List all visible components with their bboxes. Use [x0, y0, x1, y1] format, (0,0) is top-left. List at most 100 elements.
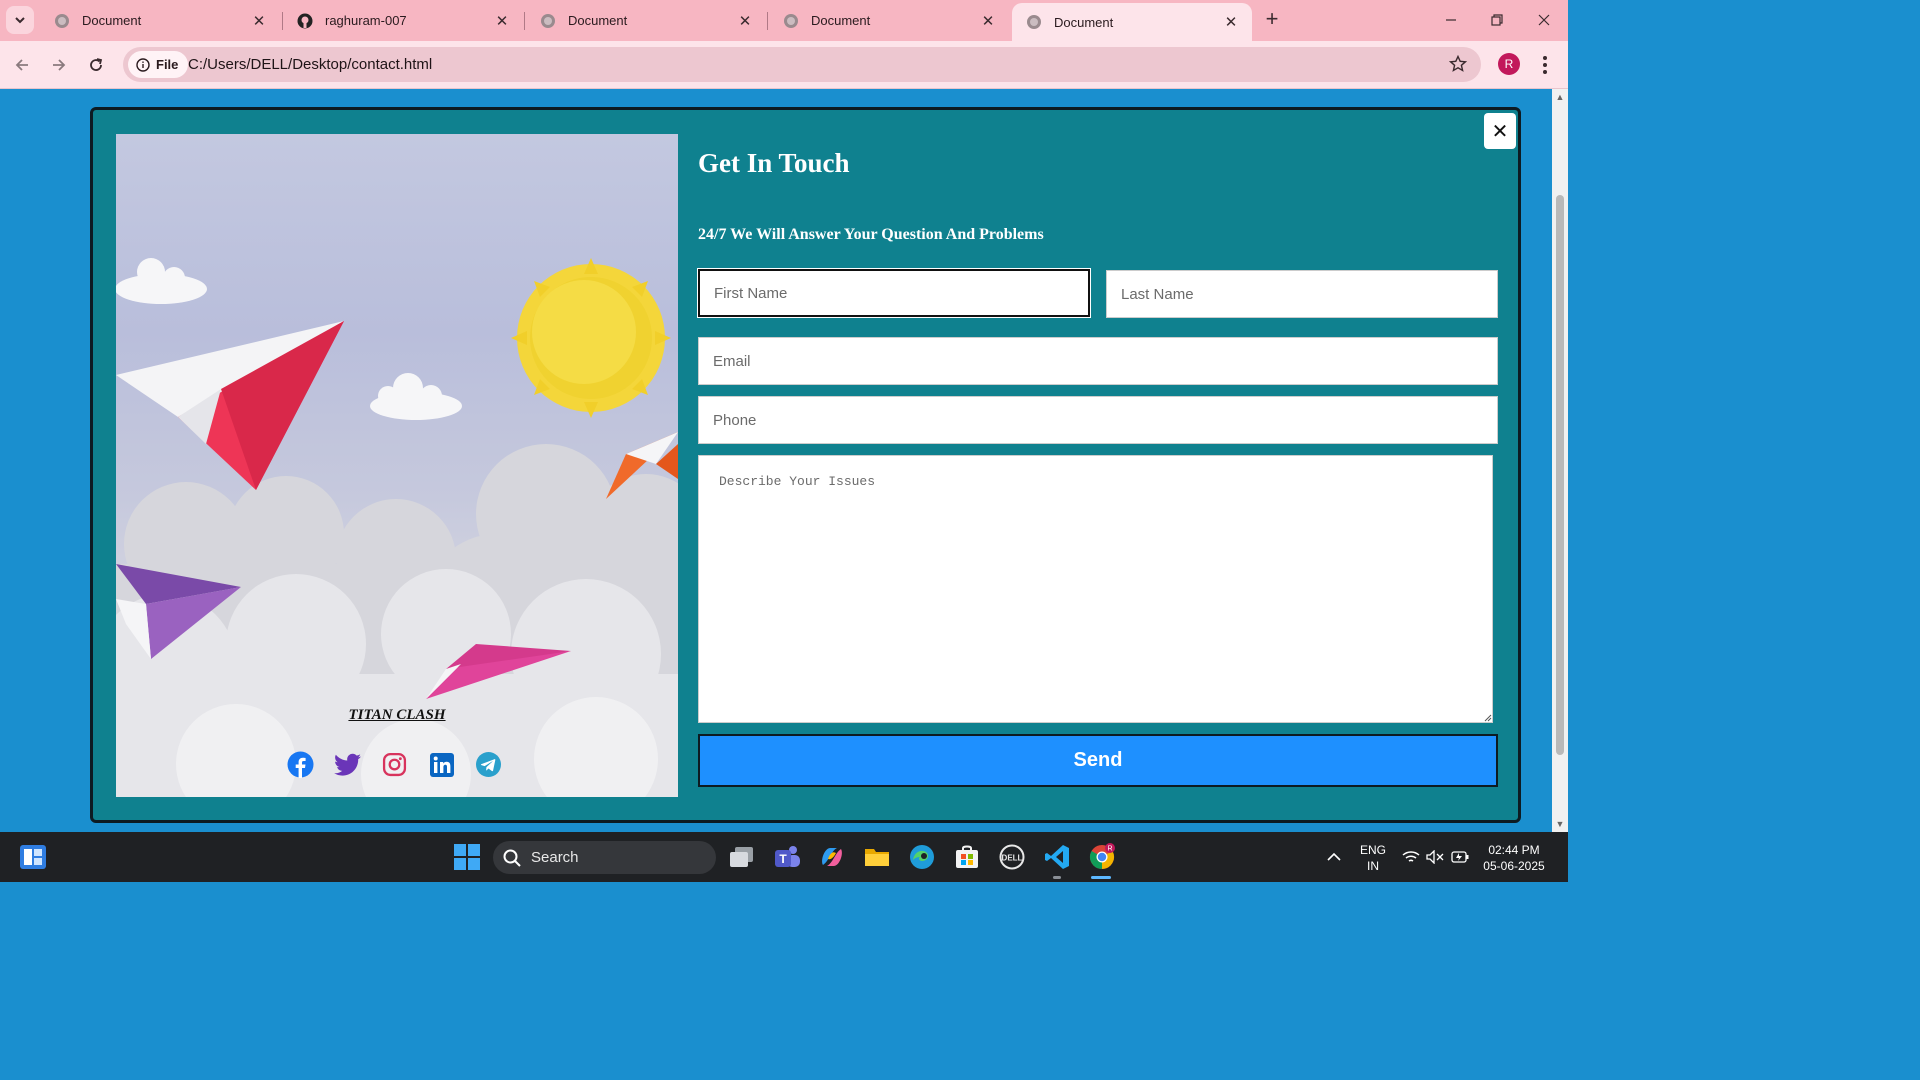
app-running-indicator: [1053, 876, 1061, 879]
search-label: Search: [531, 849, 579, 866]
tab-divider: [767, 12, 768, 30]
restore-button[interactable]: [1474, 0, 1520, 40]
battery-icon[interactable]: [1445, 842, 1475, 872]
vscode-icon[interactable]: [1042, 842, 1072, 872]
send-button[interactable]: Send: [698, 734, 1498, 787]
last-name-input[interactable]: [1106, 270, 1498, 318]
email-input[interactable]: [698, 337, 1498, 385]
globe-icon: [784, 13, 798, 28]
red-paper-plane: [116, 321, 344, 490]
tab-github[interactable]: raghuram-007 ✕: [283, 0, 523, 41]
browser-tab-strip: Document ✕ raghuram-007 ✕ Document ✕ Doc…: [0, 0, 1568, 41]
info-icon: [136, 57, 150, 72]
facebook-link[interactable]: [287, 751, 314, 778]
tab-document-3[interactable]: Document ✕: [526, 0, 766, 41]
globe-icon: [55, 13, 69, 28]
clock-date: 05-06-2025: [1483, 859, 1545, 873]
windows-start-icon[interactable]: [452, 842, 482, 872]
tab-document-1[interactable]: Document ✕: [40, 0, 280, 41]
language-indicator[interactable]: ENG IN: [1356, 842, 1390, 874]
minimize-button[interactable]: [1428, 0, 1474, 40]
new-tab-button[interactable]: +: [1260, 8, 1284, 32]
address-bar[interactable]: File C:/Users/DELL/Desktop/contact.html: [123, 47, 1481, 82]
telegram-icon: [476, 752, 501, 777]
scroll-down-icon[interactable]: ▼: [1555, 819, 1565, 829]
close-tab-icon[interactable]: ✕: [979, 12, 997, 30]
clock-time: 02:44 PM: [1488, 843, 1540, 857]
first-name-input[interactable]: [697, 268, 1091, 318]
file-chip-label: File: [156, 57, 179, 72]
close-icon: [1538, 14, 1550, 26]
app-active-indicator: [1091, 876, 1111, 879]
search-icon: [503, 849, 521, 867]
language-label: ENG: [1359, 843, 1386, 857]
edge-icon[interactable]: [907, 842, 937, 872]
brand-name: TITAN CLASH: [348, 707, 446, 723]
taskbar-search[interactable]: Search: [493, 841, 716, 874]
svg-text:DELL: DELL: [1002, 854, 1023, 863]
close-modal-button[interactable]: ✕: [1484, 113, 1516, 149]
show-hidden-icons[interactable]: [1319, 842, 1349, 872]
back-button[interactable]: [10, 53, 34, 77]
reload-icon: [90, 58, 103, 71]
paper-planes-illustration: TITAN CLASH: [116, 134, 678, 797]
restore-icon: [1491, 14, 1503, 26]
browser-menu-icon[interactable]: [1536, 53, 1554, 77]
linkedin-link[interactable]: [428, 751, 455, 778]
scroll-up-icon[interactable]: ▲: [1555, 92, 1565, 102]
url-text: C:/Users/DELL/Desktop/contact.html: [188, 56, 433, 73]
tab-document-active[interactable]: Document ✕: [1012, 3, 1252, 41]
close-tab-icon[interactable]: ✕: [493, 12, 511, 30]
windows-taskbar: Search T DELL R ENG IN 02:44 PM 05-06-20…: [0, 832, 1568, 882]
site-info-chip[interactable]: File: [128, 51, 189, 78]
page-viewport: ✕ TITAN CLASH Get In Touch 24/7 We Will …: [0, 89, 1552, 832]
close-tab-icon[interactable]: ✕: [736, 12, 754, 30]
close-tab-icon[interactable]: ✕: [250, 12, 268, 30]
phone-input[interactable]: [698, 396, 1498, 444]
tab-divider: [524, 12, 525, 30]
scrollbar-thumb[interactable]: [1556, 195, 1564, 755]
forward-button[interactable]: [47, 53, 71, 77]
issues-textarea[interactable]: [698, 455, 1493, 723]
twitter-icon: [334, 753, 361, 776]
tab-title: Document: [82, 13, 142, 28]
region-label: IN: [1367, 859, 1379, 873]
clock[interactable]: 02:44 PM 05-06-2025: [1474, 842, 1554, 874]
browser-toolbar: File C:/Users/DELL/Desktop/contact.html …: [0, 41, 1568, 89]
reload-button[interactable]: [84, 53, 108, 77]
contact-modal: ✕ TITAN CLASH Get In Touch 24/7 We Will …: [90, 107, 1521, 823]
page-scrollbar[interactable]: ▲ ▼: [1552, 89, 1568, 832]
tab-search-button[interactable]: [6, 6, 34, 34]
tab-title: raghuram-007: [325, 13, 407, 28]
close-window-button[interactable]: [1521, 0, 1567, 40]
chevron-down-icon: [15, 17, 25, 24]
tab-document-4[interactable]: Document ✕: [769, 0, 1009, 41]
profile-avatar[interactable]: R: [1498, 53, 1520, 75]
copilot-icon[interactable]: [817, 842, 847, 872]
back-arrow-icon: [15, 59, 28, 71]
twitter-link[interactable]: [334, 751, 361, 778]
github-icon: [297, 13, 313, 28]
file-explorer-icon[interactable]: [862, 842, 892, 872]
bookmark-star-icon[interactable]: [1449, 55, 1467, 73]
sky-scene-image: [116, 258, 678, 797]
form-heading: Get In Touch: [698, 148, 850, 178]
globe-icon: [1027, 15, 1041, 29]
chrome-icon[interactable]: R: [1087, 842, 1117, 872]
instagram-icon: [382, 752, 407, 777]
social-links: [287, 751, 502, 778]
teams-icon[interactable]: T: [772, 842, 802, 872]
telegram-link[interactable]: [475, 751, 502, 778]
tab-title: Document: [568, 13, 628, 28]
minimize-icon: [1446, 19, 1456, 21]
close-tab-icon[interactable]: ✕: [1222, 13, 1240, 31]
facebook-icon: [287, 751, 314, 778]
widgets-icon[interactable]: [18, 842, 48, 872]
task-view-icon[interactable]: [727, 842, 757, 872]
store-icon[interactable]: [952, 842, 982, 872]
instagram-link[interactable]: [381, 751, 408, 778]
linkedin-icon: [429, 752, 454, 777]
resize-grip-icon[interactable]: [1484, 714, 1492, 722]
tab-title: Document: [1054, 14, 1114, 30]
dell-icon[interactable]: DELL: [997, 842, 1027, 872]
